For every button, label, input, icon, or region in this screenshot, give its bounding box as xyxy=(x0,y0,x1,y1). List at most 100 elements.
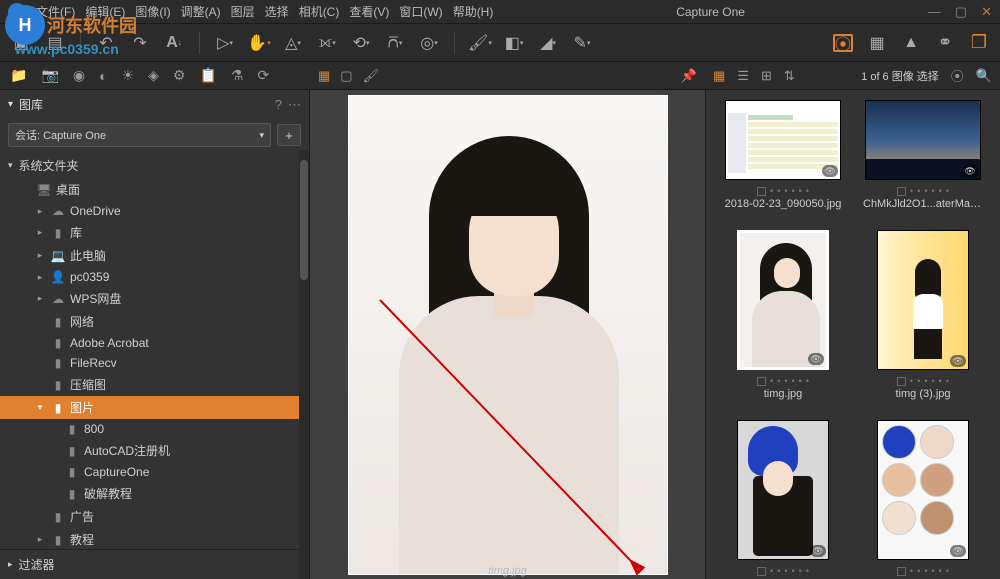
eyedropper-tool-icon[interactable]: ✎▾ xyxy=(573,34,591,52)
eraser-tool-icon[interactable]: ◧▾ xyxy=(505,34,523,52)
thumbnail-image[interactable]: 👁 xyxy=(865,100,981,180)
tool-tab-details-icon[interactable]: ◈ xyxy=(148,67,159,84)
text-tool-icon[interactable]: A↓ xyxy=(165,34,183,52)
rating-dots[interactable]: •••••• xyxy=(897,566,949,576)
viewer-grid-icon[interactable]: ▦ xyxy=(318,68,330,84)
menu-window[interactable]: 窗口(W) xyxy=(399,3,442,20)
tree-item[interactable]: ▮FileRecv xyxy=(0,353,309,373)
shape-tool-icon[interactable]: ◬▾ xyxy=(284,34,302,52)
browser-search-icon[interactable]: 🔍 xyxy=(976,68,992,84)
rating-dots[interactable]: •••••• xyxy=(757,186,809,196)
pointer-tool-icon[interactable]: ▷▾ xyxy=(216,34,234,52)
tree-item[interactable]: ▸▮库 xyxy=(0,221,309,244)
export-icon[interactable]: ▤ xyxy=(46,34,64,52)
filter-header[interactable]: ▸ 过滤器 xyxy=(0,549,309,579)
rating-dots[interactable]: •••••• xyxy=(757,376,809,386)
tree-item[interactable]: ▮CaptureOne xyxy=(0,462,309,482)
minimize-button[interactable]: — xyxy=(928,4,941,20)
menu-help[interactable]: 帮助(H) xyxy=(453,3,494,20)
menu-edit[interactable]: 编辑(E) xyxy=(85,3,125,20)
tree-item[interactable]: ▸💻此电脑 xyxy=(0,244,309,267)
gradient-tool-icon[interactable]: ◢▾ xyxy=(539,34,557,52)
menu-adjust[interactable]: 调整(A) xyxy=(181,3,221,20)
rotate-tool-icon[interactable]: ⟲▾ xyxy=(352,34,370,52)
tree-item[interactable]: ▮压缩图 xyxy=(0,373,309,396)
browser-filmstrip-icon[interactable]: ⊞ xyxy=(761,68,772,84)
viewer[interactable]: timg.jpg xyxy=(310,90,705,579)
viewer-single-icon[interactable]: ▢ xyxy=(340,68,352,84)
tool-tab-adjustments-icon[interactable]: ⚙ xyxy=(173,67,186,84)
tree-item[interactable]: ▮800 xyxy=(0,419,309,439)
windows-icon[interactable]: ❐ xyxy=(970,34,988,52)
thumbnail-image[interactable]: 👁 xyxy=(877,420,969,560)
tree-item[interactable]: ▸▮教程 xyxy=(0,528,309,549)
hand-tool-icon[interactable]: ✋▾ xyxy=(250,34,268,52)
tree-item[interactable]: 🖥桌面 xyxy=(0,178,309,201)
help-icon[interactable]: ? xyxy=(275,97,282,112)
tool-tab-color-icon[interactable]: ◐ xyxy=(99,68,107,84)
left-scrollbar[interactable] xyxy=(299,150,309,579)
tree-item[interactable]: ▮Adobe Acrobat xyxy=(0,333,309,353)
system-folders-header[interactable]: ▾ 系统文件夹 xyxy=(0,151,309,178)
browser-list-icon[interactable]: ☰ xyxy=(737,68,749,84)
menu-layer[interactable]: 图层 xyxy=(231,3,255,20)
thumbnail[interactable]: 👁••••••2018-02-23_090050.jpg xyxy=(725,100,841,210)
thumbnail-image[interactable]: 👁 xyxy=(877,230,969,370)
tree-item[interactable]: ▮AutoCAD注册机 xyxy=(0,439,309,462)
thumbnail-image[interactable]: 👁 xyxy=(737,230,829,370)
thumbnail[interactable]: 👁••••••timg.jpg xyxy=(725,230,841,400)
tool-tab-output-icon[interactable]: ⚗ xyxy=(231,67,244,84)
focus-icon[interactable]: ⦿ xyxy=(834,34,852,52)
import-icon[interactable]: ▣ xyxy=(12,34,30,52)
rating-dots[interactable]: •••••• xyxy=(757,566,809,576)
scrollbar-thumb[interactable] xyxy=(300,160,308,280)
menu-camera[interactable]: 相机(C) xyxy=(299,3,340,20)
add-session-button[interactable]: + xyxy=(277,124,301,146)
browser-sort-icon[interactable]: ⇅ xyxy=(784,68,795,84)
browser-grid-icon[interactable]: ▦ xyxy=(713,68,725,84)
close-button[interactable]: ✕ xyxy=(981,4,992,20)
crop-tool-icon[interactable]: ⟗▾ xyxy=(318,34,336,52)
library-header[interactable]: ▾ 图库 ? ⋯ xyxy=(0,90,309,119)
warning-icon[interactable]: ▲ xyxy=(902,34,920,52)
menu-select[interactable]: 选择 xyxy=(265,3,289,20)
tool-tab-metadata-icon[interactable]: 📋 xyxy=(199,67,216,84)
rating-dots[interactable]: •••••• xyxy=(897,186,949,196)
tree-item[interactable]: ▸☁WPS网盘 xyxy=(0,287,309,310)
tree-item[interactable]: ▮网络 xyxy=(0,310,309,333)
tool-tab-capture-icon[interactable]: 📷 xyxy=(41,67,58,84)
tool-tab-lens-icon[interactable]: ◉ xyxy=(73,67,85,84)
spot-tool-icon[interactable]: ◎▾ xyxy=(420,34,438,52)
tool-tab-exposure-icon[interactable]: ☀ xyxy=(122,67,135,84)
tree-item[interactable]: ▮广告 xyxy=(0,505,309,528)
redo-icon[interactable]: ↷ xyxy=(131,34,149,52)
tree-item[interactable]: ▮破解教程 xyxy=(0,482,309,505)
menu-image[interactable]: 图像(I) xyxy=(135,3,170,20)
undo-icon[interactable]: ↶ xyxy=(97,34,115,52)
thumbnail-image[interactable]: 👁 xyxy=(737,420,829,560)
viewer-pin-icon[interactable]: 📌 xyxy=(681,68,697,84)
brush-tool-icon[interactable]: 🖌▾ xyxy=(471,34,489,52)
thumbnail[interactable]: 👁 •••••• xyxy=(725,420,841,578)
thumbnail[interactable]: 👁••••••ChMkJld2O1...aterMark.jpg xyxy=(865,100,981,210)
tool-tab-library-icon[interactable]: 📁 xyxy=(10,67,27,84)
menu-file[interactable]: 文件(F) xyxy=(36,3,75,20)
rating-dots[interactable]: •••••• xyxy=(897,376,949,386)
browser-rating-icon[interactable]: ⦿ xyxy=(951,66,964,85)
tool-tab-batch-icon[interactable]: ⟳ xyxy=(257,67,269,84)
viewer-image[interactable] xyxy=(348,95,668,575)
menu-dots-icon[interactable]: ⋯ xyxy=(288,97,301,113)
thumbnail-image[interactable]: 👁 xyxy=(725,100,841,180)
maximize-button[interactable]: ▢ xyxy=(955,4,967,20)
thumbnail[interactable]: 👁••••••timg (3).jpg xyxy=(865,230,981,400)
session-dropdown[interactable]: 会话: Capture One ▾ xyxy=(8,123,271,147)
menu-view[interactable]: 查看(V) xyxy=(349,3,389,20)
thumbnail[interactable]: 👁 •••••• xyxy=(865,420,981,578)
keystone-tool-icon[interactable]: ⩃▾ xyxy=(386,34,404,52)
tree-item[interactable]: ▾▮图片 xyxy=(0,396,309,419)
viewer-brush-icon[interactable]: 🖌 xyxy=(363,68,380,84)
glasses-icon[interactable]: ⚭ xyxy=(936,34,954,52)
grid-icon[interactable]: ▦ xyxy=(868,34,886,52)
tree-item[interactable]: ▸☁OneDrive xyxy=(0,201,309,221)
tree-item[interactable]: ▸👤pc0359 xyxy=(0,267,309,287)
